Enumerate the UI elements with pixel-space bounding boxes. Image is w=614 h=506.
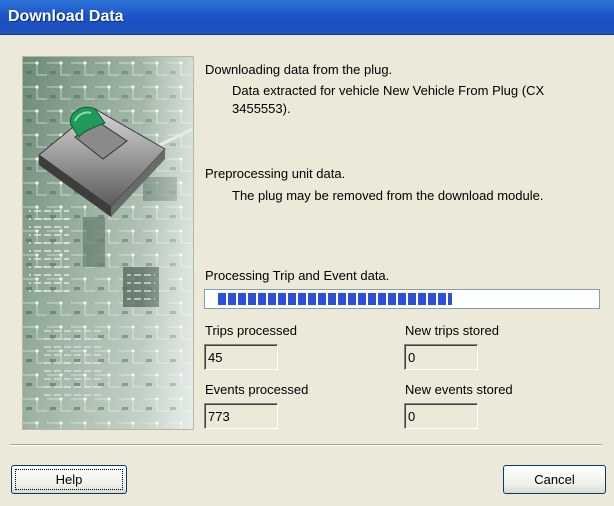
status-extracted-line2: 3455553). bbox=[232, 101, 291, 116]
cancel-button-label: Cancel bbox=[534, 472, 575, 487]
progress-track bbox=[205, 290, 599, 308]
events-processed-field: 773 bbox=[204, 403, 278, 429]
new-events-stored-field: 0 bbox=[404, 403, 478, 429]
status-plug-removable: The plug may be removed from the downloa… bbox=[232, 188, 544, 203]
events-processed-label: Events processed bbox=[205, 382, 309, 397]
title-bar[interactable]: Download Data bbox=[0, 0, 614, 35]
trips-processed-field: 45 bbox=[204, 344, 278, 370]
new-events-stored-label: New events stored bbox=[405, 382, 513, 397]
status-preprocessing: Preprocessing unit data. bbox=[205, 166, 346, 181]
focus-ring bbox=[15, 469, 123, 490]
cancel-button[interactable]: Cancel bbox=[503, 465, 606, 494]
new-trips-stored-label: New trips stored bbox=[405, 323, 499, 338]
progress-bar bbox=[204, 289, 600, 309]
help-button[interactable]: Help bbox=[11, 465, 127, 494]
status-processing: Processing Trip and Event data. bbox=[205, 268, 390, 283]
new-trips-stored-field: 0 bbox=[404, 344, 478, 370]
progress-fill bbox=[218, 293, 452, 305]
status-downloading: Downloading data from the plug. bbox=[205, 62, 393, 77]
circuit-board-illustration bbox=[23, 57, 193, 429]
circuit-board-plug-image bbox=[22, 56, 194, 430]
status-extracted-line1: Data extracted for vehicle New Vehicle F… bbox=[232, 83, 545, 98]
trips-processed-label: Trips processed bbox=[205, 323, 297, 338]
window-title: Download Data bbox=[8, 8, 124, 25]
divider bbox=[10, 444, 602, 446]
